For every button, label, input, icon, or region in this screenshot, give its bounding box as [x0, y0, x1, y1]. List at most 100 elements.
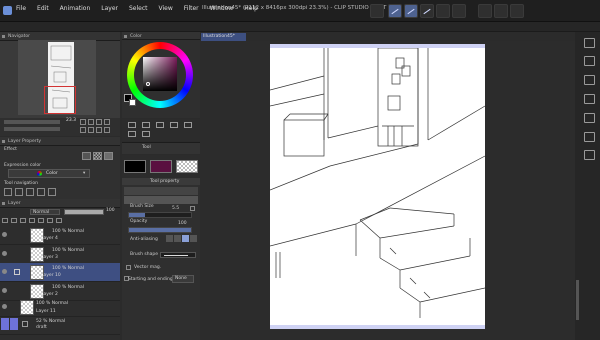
layer-row-selected[interactable]: 100 % Normal Layer 10: [0, 263, 120, 282]
new-layer-icon[interactable]: [2, 218, 8, 223]
fit-icon[interactable]: [96, 119, 102, 125]
tool-icon-6[interactable]: [128, 131, 136, 137]
menu-select[interactable]: Select: [129, 5, 148, 12]
start-end-label: Starting and ending: [128, 277, 173, 282]
opacity-slider[interactable]: [128, 227, 192, 233]
eye-icon[interactable]: [2, 288, 7, 293]
start-end-select[interactable]: None: [172, 275, 194, 283]
eye-icon[interactable]: [2, 232, 7, 237]
zoom-in-icon[interactable]: [88, 119, 94, 125]
menu-animation[interactable]: Animation: [60, 5, 91, 12]
layer-row[interactable]: 52 % Normal draft: [0, 316, 120, 335]
material-icon[interactable]: [584, 132, 595, 142]
tool-property-tab[interactable]: Tool property: [150, 179, 179, 184]
effect-tone-icon[interactable]: [93, 152, 102, 160]
tool-tab[interactable]: Tool: [142, 145, 151, 150]
layer-row[interactable]: 100 % Normal Layer 3: [0, 245, 120, 264]
layer-opacity-slider[interactable]: [64, 209, 104, 215]
scrollbar[interactable]: [576, 280, 579, 320]
mask-icon[interactable]: [47, 218, 53, 223]
anti-aliasing-options: [166, 235, 198, 243]
color-wheel-header: Color: [122, 32, 200, 40]
clip-icon[interactable]: [20, 218, 26, 223]
tool-icon-1[interactable]: [128, 122, 136, 128]
flip-v-icon[interactable]: [104, 127, 110, 133]
actual-size-icon[interactable]: [104, 119, 110, 125]
opacity-fill: [129, 228, 191, 232]
aa-medium-icon[interactable]: [182, 235, 189, 242]
rotate-left-icon[interactable]: [80, 127, 86, 133]
tool-icon-2[interactable]: [142, 122, 150, 128]
transparent-swatch[interactable]: [176, 160, 198, 173]
material-icon[interactable]: [584, 38, 595, 48]
layer-row[interactable]: 100 % Normal Layer 11: [0, 298, 120, 317]
effect-border-icon[interactable]: [82, 152, 91, 160]
brush-shape-label: Brush shape: [130, 252, 158, 257]
vector-checkbox[interactable]: [126, 265, 131, 270]
pencil-command-button[interactable]: [404, 4, 418, 18]
layer-row[interactable]: 100 % Normal Layer 4: [0, 226, 120, 245]
eye-icon[interactable]: [2, 304, 7, 309]
command-button[interactable]: [370, 4, 384, 18]
eye-icon[interactable]: [2, 251, 7, 256]
material-icon[interactable]: [584, 150, 595, 160]
tool-property-panel: Tool property Brush Size 5.5 Opacity 100…: [122, 178, 200, 340]
layer-mode: 100 % Normal: [52, 248, 85, 253]
pen-command-button[interactable]: [388, 4, 402, 18]
nav-icon-2[interactable]: [15, 188, 23, 196]
material-icon[interactable]: [584, 113, 595, 123]
material-icon[interactable]: [584, 75, 595, 85]
canvas-tab[interactable]: Illustration45*: [201, 33, 246, 41]
ruler-command-button[interactable]: [452, 4, 466, 18]
rotate-command-button[interactable]: [494, 4, 508, 18]
material-icon[interactable]: [584, 94, 595, 104]
flip-command-button[interactable]: [510, 4, 524, 18]
nav-icon-1[interactable]: [4, 188, 12, 196]
brush-size-slider[interactable]: [128, 212, 192, 218]
aa-strong-icon[interactable]: [190, 235, 197, 242]
canvas-paper[interactable]: [269, 44, 486, 329]
material-icon[interactable]: [584, 56, 595, 66]
zoom-slider[interactable]: [4, 120, 60, 124]
layer-name: Layer 11: [36, 309, 56, 314]
menu-file[interactable]: File: [16, 5, 26, 12]
rotate-right-icon[interactable]: [88, 127, 94, 133]
tool-icon-5[interactable]: [184, 122, 192, 128]
reference-icon[interactable]: [38, 218, 44, 223]
color-picker-marker[interactable]: [146, 82, 150, 86]
layer-name: Layer 2: [41, 292, 58, 297]
navigator-view-rect[interactable]: [44, 86, 76, 114]
brush-shape-select[interactable]: [160, 252, 196, 258]
brush-size-dynamics-icon[interactable]: [190, 206, 195, 211]
menu-layer[interactable]: Layer: [101, 5, 118, 12]
expression-color-label: Expression color: [4, 163, 41, 168]
aa-none-icon[interactable]: [166, 235, 173, 242]
blend-mode-select[interactable]: Normal: [30, 209, 60, 215]
sub-color-swatch[interactable]: [150, 160, 172, 173]
brush-command-button[interactable]: [420, 4, 434, 18]
effect-color-icon[interactable]: [104, 152, 113, 160]
main-color-swatch[interactable]: [124, 160, 146, 173]
lock-icon[interactable]: [29, 218, 35, 223]
tool-icon-7[interactable]: [142, 131, 150, 137]
new-folder-icon[interactable]: [11, 218, 17, 223]
nav-icon-5[interactable]: [48, 188, 56, 196]
nav-icon-4[interactable]: [37, 188, 45, 196]
aa-weak-icon[interactable]: [174, 235, 181, 242]
menu-filter[interactable]: Filter: [184, 5, 199, 12]
mirror-command-button[interactable]: [478, 4, 492, 18]
flip-h-icon[interactable]: [96, 127, 102, 133]
eye-icon[interactable]: [2, 269, 7, 274]
rotate-slider[interactable]: [4, 127, 60, 131]
delete-layer-icon[interactable]: [56, 218, 62, 223]
sub-color-chip[interactable]: [129, 99, 136, 106]
tool-icon-4[interactable]: [170, 122, 178, 128]
menu-view[interactable]: View: [159, 5, 173, 12]
menu-edit[interactable]: Edit: [37, 5, 49, 12]
vector-label: Vector mag.: [134, 265, 162, 270]
expression-color-select[interactable]: Color ▾: [8, 169, 90, 178]
eraser-command-button[interactable]: [436, 4, 450, 18]
zoom-out-icon[interactable]: [80, 119, 86, 125]
tool-icon-3[interactable]: [156, 122, 164, 128]
nav-icon-3[interactable]: [26, 188, 34, 196]
